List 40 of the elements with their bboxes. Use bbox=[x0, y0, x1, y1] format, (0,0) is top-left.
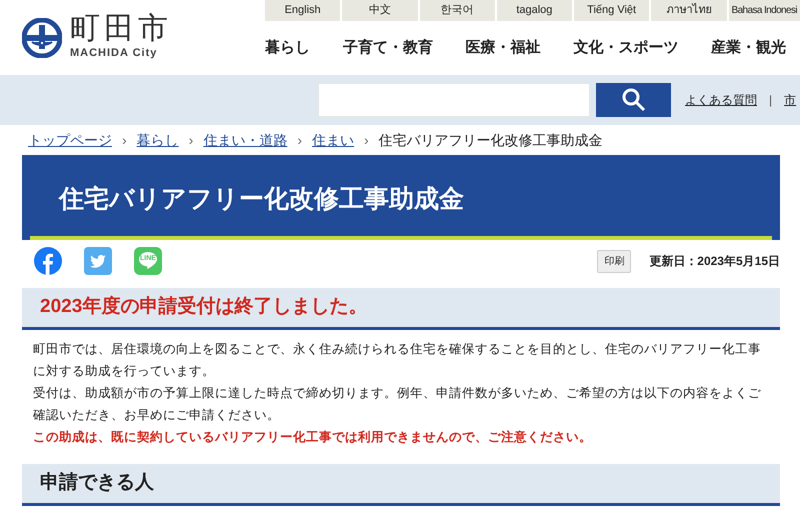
updated-date: 更新日：2023年5月15日 bbox=[649, 253, 780, 270]
breadcrumb-link[interactable]: トップページ bbox=[28, 130, 112, 150]
language-tab[interactable]: 한국어 bbox=[420, 0, 495, 21]
city-emblem-icon[interactable] bbox=[22, 18, 62, 58]
breadcrumb-link[interactable]: 暮らし bbox=[136, 130, 179, 150]
section-heading: 申請できる人 bbox=[22, 464, 780, 506]
breadcrumb-link[interactable]: 住まい・道路 bbox=[203, 130, 288, 150]
body-paragraph: 受付は、助成額が市の予算上限に達した時点で締め切ります。例年、申請件数が多いため、ご希望の方は以下の内容をよくご確認いただき、お早めにご申請ください。 bbox=[33, 385, 762, 424]
breadcrumb-separator: › bbox=[188, 130, 194, 150]
breadcrumb-link[interactable]: 住まい bbox=[312, 130, 354, 150]
search-icon bbox=[620, 87, 646, 113]
breadcrumb-separator: › bbox=[297, 130, 302, 150]
language-tab[interactable]: Bahasa Indonesi bbox=[728, 0, 800, 21]
facebook-icon[interactable] bbox=[34, 247, 62, 275]
nav-link[interactable]: 産業・観光 bbox=[711, 36, 786, 60]
breadcrumb-current: 住宅バリアフリー化改修工事助成金 bbox=[378, 130, 603, 150]
separator: | bbox=[769, 92, 772, 109]
language-tab[interactable]: ภาษาไทย bbox=[651, 0, 726, 21]
print-button[interactable]: 印刷 bbox=[597, 250, 632, 272]
search-field[interactable] bbox=[318, 83, 590, 117]
body-paragraph: 町田市では、居住環境の向上を図ることで、永く住み続けられる住宅を確保することを目的とし、住宅のバリアフリー化工事に対する助成を行っています。 bbox=[33, 341, 762, 380]
language-tab[interactable]: 中文 bbox=[342, 0, 418, 21]
search-button[interactable] bbox=[596, 83, 671, 117]
faq-link[interactable]: よくある質問 bbox=[685, 91, 757, 109]
page-title: 住宅バリアフリー化改修工事助成金 bbox=[57, 184, 465, 214]
breadcrumb-separator: › bbox=[122, 130, 127, 150]
nav-link[interactable]: 医療・福祉 bbox=[466, 36, 540, 60]
nav-link[interactable]: 子育て・教育 bbox=[342, 36, 433, 60]
header-link[interactable]: 市 bbox=[784, 91, 796, 109]
language-tab[interactable]: English bbox=[265, 0, 340, 21]
language-tab[interactable]: Tiếng Việt bbox=[574, 0, 650, 21]
nav-link[interactable]: 暮らし bbox=[265, 36, 310, 60]
city-name: 町田市 bbox=[70, 13, 172, 46]
nav-link[interactable]: 文化・スポーツ bbox=[573, 36, 678, 60]
section-heading: 2023年度の申請受付は終了しました。 bbox=[22, 288, 780, 330]
bird-icon[interactable] bbox=[84, 247, 112, 275]
body-paragraph: この助成は、既に契約しているバリアフリー化工事では利用できませんので、ご注意ください。 bbox=[33, 429, 593, 446]
language-tab[interactable]: tagalog bbox=[496, 0, 572, 21]
breadcrumb-separator: › bbox=[364, 130, 369, 150]
city-name-english: MACHIDA City bbox=[70, 46, 158, 62]
